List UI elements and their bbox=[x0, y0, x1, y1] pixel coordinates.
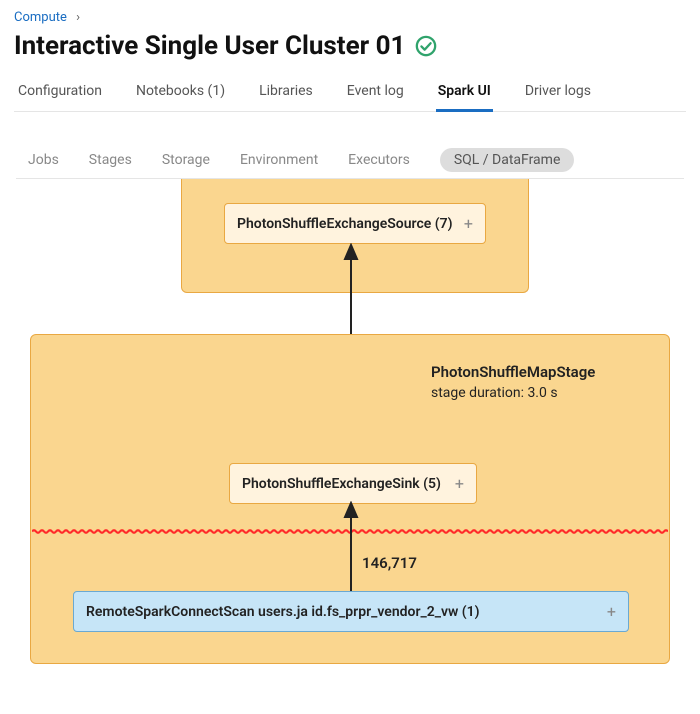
plus-icon[interactable]: + bbox=[464, 214, 473, 233]
plus-icon[interactable]: + bbox=[607, 602, 616, 621]
node-photon-shuffle-exchange-source[interactable]: PhotonShuffleExchangeSource (7) + bbox=[224, 203, 486, 244]
edge-label-bottom: 146,717 bbox=[362, 554, 417, 572]
spark-tab-executors[interactable]: Executors bbox=[348, 152, 410, 168]
stage-name-label: PhotonShuffleMapStage bbox=[431, 363, 595, 381]
spark-tab-storage[interactable]: Storage bbox=[162, 152, 210, 168]
node-photon-shuffle-exchange-sink[interactable]: PhotonShuffleExchangeSink (5) + bbox=[229, 463, 477, 504]
tab-driver-logs[interactable]: Driver logs bbox=[523, 77, 593, 112]
plus-icon[interactable]: + bbox=[455, 474, 464, 493]
tab-event-log[interactable]: Event log bbox=[345, 77, 406, 112]
spark-tab-environment[interactable]: Environment bbox=[240, 152, 318, 168]
spark-tab-jobs[interactable]: Jobs bbox=[28, 152, 59, 168]
stage-duration-label: stage duration: 3.0 s bbox=[431, 385, 558, 401]
tab-notebooks[interactable]: Notebooks (1) bbox=[134, 77, 227, 112]
chevron-right-icon: › bbox=[76, 10, 80, 25]
breadcrumb-compute-link[interactable]: Compute bbox=[14, 10, 67, 25]
breadcrumb: Compute › bbox=[14, 10, 686, 25]
spark-tab-stages[interactable]: Stages bbox=[89, 152, 132, 168]
main-tabs: Configuration Notebooks (1) Libraries Ev… bbox=[14, 77, 686, 112]
page-title: Interactive Single User Cluster 01 bbox=[14, 31, 405, 61]
spark-tab-sql-dataframe[interactable]: SQL / DataFrame bbox=[440, 148, 575, 172]
node-label: PhotonShuffleExchangeSource (7) bbox=[237, 216, 453, 232]
spark-ui-tabs: Jobs Stages Storage Environment Executor… bbox=[16, 142, 684, 179]
node-remote-spark-connect-scan[interactable]: RemoteSparkConnectScan users.ja id.fs_pr… bbox=[73, 591, 629, 632]
stage-box-bottom: PhotonShuffleMapStage stage duration: 3.… bbox=[30, 334, 670, 664]
node-label: PhotonShuffleExchangeSink (5) bbox=[242, 476, 441, 492]
node-label: RemoteSparkConnectScan users.ja id.fs_pr… bbox=[86, 604, 480, 620]
query-plan-diagram: PhotonShuffleExchangeSource (7) + 200 Ph… bbox=[16, 179, 684, 699]
tab-configuration[interactable]: Configuration bbox=[16, 77, 104, 112]
arrow-edge-bottom bbox=[336, 501, 366, 591]
status-running-icon bbox=[415, 35, 437, 57]
tab-spark-ui[interactable]: Spark UI bbox=[436, 77, 493, 112]
tab-libraries[interactable]: Libraries bbox=[257, 77, 315, 112]
